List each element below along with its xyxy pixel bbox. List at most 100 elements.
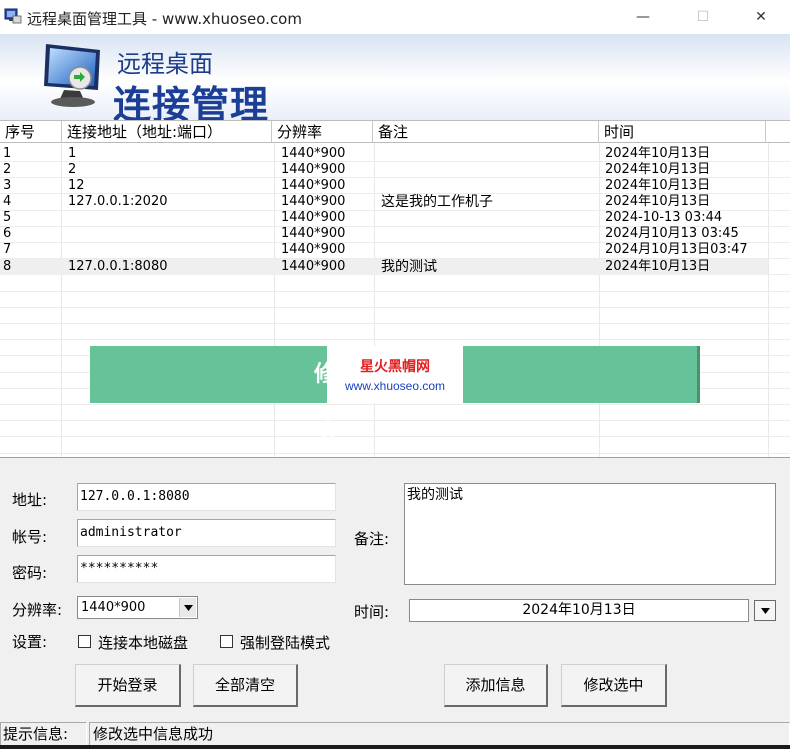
column-header-note[interactable]: 备注 (373, 121, 599, 143)
cell-id: 8 (3, 259, 12, 274)
table-row[interactable]: 5 1440*900 2024-10-13 03:44 (0, 210, 768, 226)
address-label: 地址: (12, 491, 48, 509)
cell-time: 2024年10月13日 (605, 178, 711, 193)
grid-line (0, 453, 790, 454)
cell-resolution: 1440*900 (281, 178, 346, 193)
cell-time: 2024年10月13日 (605, 259, 711, 274)
column-header-resolution[interactable]: 分辨率 (272, 121, 373, 143)
cell-time: 2024年10月13日 (605, 146, 711, 161)
cell-address: 1 (68, 146, 77, 161)
cell-id: 6 (3, 226, 12, 241)
time-picker-dropdown-button[interactable] (754, 600, 776, 621)
cell-id: 2 (3, 162, 12, 177)
clear-all-button[interactable]: 全部清空 (193, 664, 298, 707)
toast-text-right: 功 (314, 419, 339, 444)
table-row[interactable]: 4 127.0.0.1:2020 1440*900 这是我的工作机子 2024年… (0, 194, 768, 210)
table-row[interactable]: 3 12 1440*900 2024年10月13日 (0, 178, 768, 194)
grid-line (0, 339, 790, 340)
watermark-url: www.xhuoseo.com (344, 379, 446, 393)
banner-title: 连接管理 (113, 83, 270, 120)
resolution-select[interactable]: 1440*900 (77, 596, 198, 619)
cell-address: 127.0.0.1:8080 (68, 259, 168, 274)
resolution-value: 1440*900 (81, 600, 146, 615)
watermark: 星火黑帽网 www.xhuoseo.com (327, 346, 463, 403)
resolution-dropdown-button[interactable] (179, 598, 196, 617)
cell-time: 2024月10月13日03:47 (605, 242, 748, 257)
force-login-checkbox[interactable] (220, 635, 233, 648)
header-banner: 远程桌面 连接管理 (0, 34, 790, 120)
grid-line (0, 323, 790, 324)
cell-resolution: 1440*900 (281, 226, 346, 241)
resolution-label: 分辨率: (12, 601, 63, 619)
window-bottom-edge (0, 745, 790, 749)
local-disk-label[interactable]: 连接本地磁盘 (98, 632, 188, 653)
minimize-icon: — (636, 9, 650, 25)
cell-id: 3 (3, 178, 12, 193)
status-message: 修改选中信息成功 (89, 722, 790, 746)
grid-line (768, 143, 769, 457)
maximize-icon: ☐ (696, 9, 710, 25)
column-header-time[interactable]: 时间 (599, 121, 766, 143)
settings-label: 设置: (12, 633, 48, 651)
grid-line (0, 291, 790, 292)
connection-list[interactable]: 序号 连接地址（地址:端口） 分辨率 备注 时间 1 1 1440*900 20… (0, 120, 790, 457)
cell-time: 2024年10月13日 (605, 194, 711, 209)
minimize-button[interactable]: — (620, 0, 666, 34)
cell-resolution: 1440*900 (281, 210, 346, 225)
app-icon (4, 8, 22, 24)
cell-address: 127.0.0.1:2020 (68, 194, 168, 209)
remote-desktop-monitor-icon (44, 44, 100, 107)
table-row[interactable]: 1 1 1440*900 2024年10月13日 (0, 146, 768, 162)
local-disk-checkbox[interactable] (78, 635, 91, 648)
close-button[interactable]: ✕ (738, 0, 784, 34)
cell-resolution: 1440*900 (281, 259, 346, 274)
start-login-button[interactable]: 开始登录 (75, 664, 181, 707)
cell-time: 2024年10月13日 (605, 162, 711, 177)
table-row[interactable]: 7 1440*900 2024月10月13日03:47 (0, 242, 768, 258)
note-label: 备注: (354, 530, 390, 548)
table-row[interactable]: 6 1440*900 2024月10月13 03:45 (0, 226, 768, 242)
grid-line (0, 404, 790, 405)
grid-line (0, 307, 790, 308)
column-header-address[interactable]: 连接地址（地址:端口） (62, 121, 272, 143)
grid-line (0, 436, 790, 437)
window-title: 远程桌面管理工具 - www.xhuoseo.com (27, 10, 302, 28)
grid-line (0, 420, 790, 421)
add-info-button[interactable]: 添加信息 (444, 664, 548, 707)
cell-address: 12 (68, 178, 85, 193)
watermark-name: 星火黑帽网 (360, 359, 430, 375)
cell-address: 2 (68, 162, 77, 177)
cell-id: 7 (3, 242, 12, 257)
cell-id: 5 (3, 210, 12, 225)
password-label: 密码: (12, 564, 48, 582)
cell-time: 2024月10月13 03:45 (605, 226, 739, 241)
title-bar: 远程桌面管理工具 - www.xhuoseo.com — ☐ ✕ (0, 0, 790, 34)
cell-note: 这是我的工作机子 (381, 194, 493, 210)
cell-resolution: 1440*900 (281, 162, 346, 177)
note-textarea[interactable]: 我的测试 (404, 483, 776, 585)
cell-id: 4 (3, 194, 12, 209)
cell-resolution: 1440*900 (281, 146, 346, 161)
close-icon: ✕ (755, 9, 767, 25)
cell-id: 1 (3, 146, 12, 161)
table-row[interactable]: 2 2 1440*900 2024年10月13日 (0, 162, 768, 178)
cell-resolution: 1440*900 (281, 242, 346, 257)
cell-resolution: 1440*900 (281, 194, 346, 209)
time-label: 时间: (354, 603, 390, 621)
force-login-label[interactable]: 强制登陆模式 (240, 632, 330, 653)
chevron-down-icon (760, 607, 770, 614)
cell-note: 我的测试 (381, 259, 437, 275)
cell-time: 2024-10-13 03:44 (605, 210, 723, 225)
address-input[interactable]: 127.0.0.1:8080 (77, 483, 336, 511)
modify-selected-button[interactable]: 修改选中 (561, 664, 667, 707)
time-picker[interactable]: 2024年10月13日 (409, 599, 749, 622)
status-label: 提示信息: (0, 722, 87, 746)
table-row-selected[interactable]: 8 127.0.0.1:8080 1440*900 我的测试 2024年10月1… (0, 259, 768, 275)
account-label: 帐号: (12, 528, 48, 546)
maximize-button[interactable]: ☐ (680, 0, 726, 34)
account-input[interactable]: administrator (77, 519, 336, 547)
list-header: 序号 连接地址（地址:端口） 分辨率 备注 时间 (0, 121, 790, 143)
chevron-down-icon (183, 604, 193, 611)
column-header-id[interactable]: 序号 (0, 121, 62, 143)
password-input[interactable]: ********** (77, 555, 336, 583)
